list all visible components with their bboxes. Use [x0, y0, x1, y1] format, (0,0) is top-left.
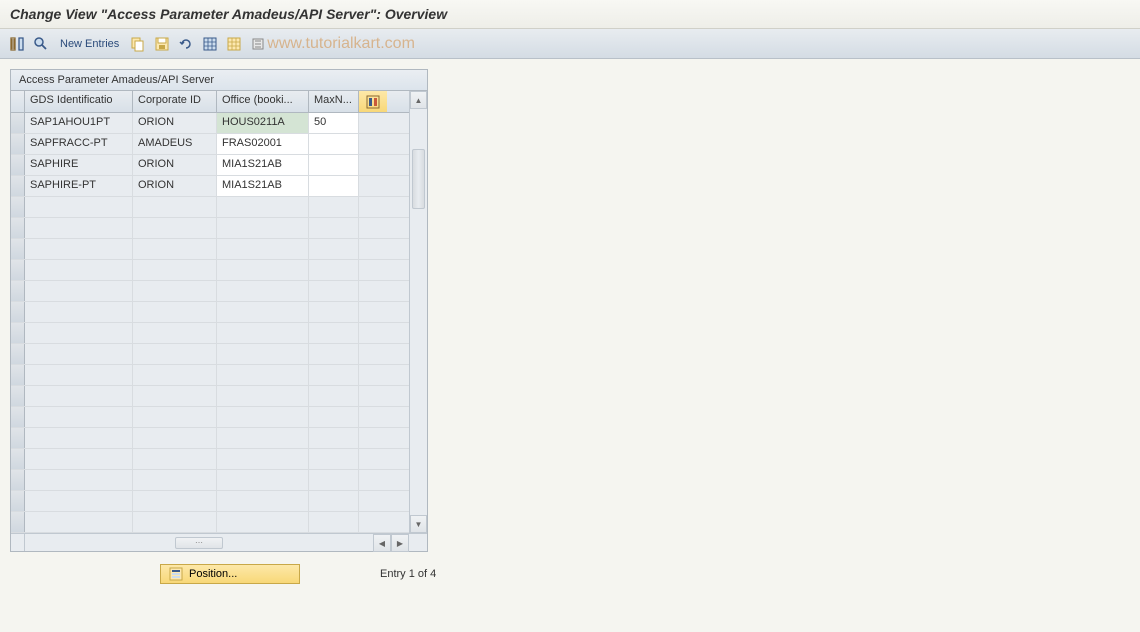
position-button[interactable]: Position... [160, 564, 300, 584]
select-all-icon[interactable] [201, 35, 219, 53]
scroll-down-icon[interactable]: ▼ [410, 515, 427, 533]
deselect-all-icon[interactable] [225, 35, 243, 53]
row-selector-header[interactable] [11, 91, 25, 112]
table-header: GDS Identificatio Corporate ID Office (b… [11, 91, 409, 113]
cell-office[interactable]: FRAS02001 [217, 134, 309, 154]
row-selector[interactable] [11, 491, 25, 511]
export-icon[interactable] [249, 35, 267, 53]
row-selector[interactable] [11, 470, 25, 490]
cell-office[interactable]: MIA1S21AB [217, 155, 309, 175]
row-selector[interactable] [11, 155, 25, 175]
watermark-text: www.tutorialkart.com [267, 35, 415, 53]
cell-corp[interactable]: ORION [133, 155, 217, 175]
table-row: SAPHIRE ORION MIA1S21AB [11, 155, 409, 176]
row-selector[interactable] [11, 344, 25, 364]
table-title: Access Parameter Amadeus/API Server [11, 70, 427, 91]
scroll-right-icon[interactable]: ▶ [391, 534, 409, 552]
table-row: SAPFRACC-PT AMADEUS FRAS02001 [11, 134, 409, 155]
find-icon[interactable] [32, 35, 50, 53]
row-selector[interactable] [11, 134, 25, 154]
cell-maxn[interactable]: 50 [309, 113, 359, 133]
scroll-h-thumb[interactable]: ⋯ [175, 537, 223, 549]
table-row: SAPHIRE-PT ORION MIA1S21AB [11, 176, 409, 197]
copy-icon[interactable] [129, 35, 147, 53]
row-selector[interactable] [11, 386, 25, 406]
row-selector[interactable] [11, 302, 25, 322]
row-selector[interactable] [11, 218, 25, 238]
position-label: Position... [189, 568, 237, 580]
toolbar: New Entries www.tutorialkart.com [0, 29, 1140, 59]
page-title: Change View "Access Parameter Amadeus/AP… [10, 6, 447, 22]
row-selector[interactable] [11, 197, 25, 217]
footer: Position... Entry 1 of 4 [10, 556, 1130, 592]
row-selector[interactable] [11, 407, 25, 427]
cell-maxn[interactable] [309, 176, 359, 196]
cell-gds[interactable]: SAPHIRE [25, 155, 133, 175]
toggle-display-icon[interactable] [8, 35, 26, 53]
row-selector[interactable] [11, 281, 25, 301]
title-bar: Change View "Access Parameter Amadeus/AP… [0, 0, 1140, 29]
row-selector[interactable] [11, 323, 25, 343]
col-header-corp[interactable]: Corporate ID [133, 91, 217, 112]
row-selector[interactable] [11, 512, 25, 532]
col-config-button[interactable] [359, 91, 387, 112]
undo-icon[interactable] [177, 35, 195, 53]
content-area: Access Parameter Amadeus/API Server GDS … [0, 59, 1140, 562]
scroll-thumb[interactable] [412, 149, 425, 209]
table-container: Access Parameter Amadeus/API Server GDS … [10, 69, 428, 552]
col-header-office[interactable]: Office (booki... [217, 91, 309, 112]
cell-office[interactable]: MIA1S21AB [217, 176, 309, 196]
row-selector[interactable] [11, 239, 25, 259]
cell-gds[interactable]: SAP1AHOU1PT [25, 113, 133, 133]
scroll-h-track[interactable]: ⋯ [25, 534, 373, 551]
cell-maxn[interactable] [309, 155, 359, 175]
cell-corp[interactable]: ORION [133, 113, 217, 133]
scrollbar-vertical[interactable]: ▲ ▼ [409, 91, 427, 533]
cell-gds[interactable]: SAPHIRE-PT [25, 176, 133, 196]
scroll-up-icon[interactable]: ▲ [410, 91, 427, 109]
cell-office[interactable]: HOUS0211A [217, 113, 309, 133]
new-entries-button[interactable]: New Entries [60, 38, 119, 50]
col-header-gds[interactable]: GDS Identificatio [25, 91, 133, 112]
cell-corp[interactable]: ORION [133, 176, 217, 196]
cell-maxn[interactable] [309, 134, 359, 154]
col-header-maxn[interactable]: MaxN... [309, 91, 359, 112]
table-row: SAP1AHOU1PT ORION HOUS0211A 50 [11, 113, 409, 134]
position-icon [169, 567, 183, 581]
scroll-track[interactable] [410, 109, 427, 515]
row-selector[interactable] [11, 260, 25, 280]
save-icon[interactable] [153, 35, 171, 53]
table-body: SAP1AHOU1PT ORION HOUS0211A 50 SAPFRACC-… [11, 113, 409, 533]
scrollbar-horizontal[interactable]: ⋯ ◀ ▶ [11, 533, 427, 551]
row-selector[interactable] [11, 113, 25, 133]
cell-gds[interactable]: SAPFRACC-PT [25, 134, 133, 154]
row-selector[interactable] [11, 449, 25, 469]
row-selector[interactable] [11, 176, 25, 196]
cell-corp[interactable]: AMADEUS [133, 134, 217, 154]
entry-count-text: Entry 1 of 4 [380, 568, 436, 580]
row-selector[interactable] [11, 365, 25, 385]
scroll-left-icon[interactable]: ◀ [373, 534, 391, 552]
row-selector[interactable] [11, 428, 25, 448]
